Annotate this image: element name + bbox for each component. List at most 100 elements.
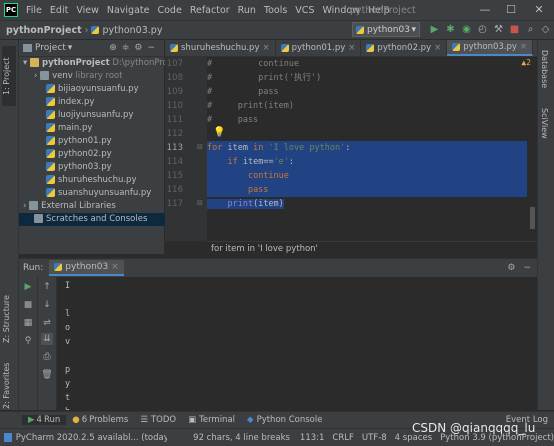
status-encoding[interactable]: UTF-8	[362, 433, 387, 443]
close-button[interactable]: ✕	[532, 3, 546, 17]
project-panel-title[interactable]: Project	[35, 43, 66, 53]
stop-icon[interactable]: ■	[22, 299, 34, 311]
chevron-right-icon[interactable]: ›	[23, 201, 26, 211]
python-file-icon	[366, 44, 375, 52]
tab-structure[interactable]: Z: Structure	[2, 288, 16, 350]
menu-view[interactable]: View	[72, 5, 103, 16]
folder-icon	[40, 71, 50, 80]
close-icon[interactable]: ×	[434, 43, 441, 53]
python-file-icon	[46, 188, 55, 197]
coverage-icon[interactable]: ◉	[460, 23, 473, 36]
menu-run[interactable]: Run	[234, 5, 260, 16]
code-line: # pass	[207, 115, 259, 125]
tool-python-console[interactable]: ◆ Python Console	[241, 415, 328, 425]
editor-scrollbar[interactable]	[530, 207, 535, 229]
menu-edit[interactable]: Edit	[46, 5, 72, 16]
code-editor[interactable]: # continue # print('执行') # pass # print(…	[207, 57, 537, 241]
soft-wrap-icon[interactable]: ⇌	[41, 317, 53, 329]
python-file-icon	[46, 175, 55, 184]
minimize-panel-icon[interactable]: −	[523, 263, 531, 273]
output-line: I	[65, 281, 71, 291]
status-message[interactable]: PyCharm 2020.2.5 availabl... (today 15:2…	[16, 433, 167, 443]
stop-icon[interactable]: ■	[508, 23, 521, 36]
fold-marker-icon[interactable]: ⊟	[197, 199, 203, 207]
tool-terminal[interactable]: ▣ Terminal	[182, 415, 241, 425]
menu-file[interactable]: File	[22, 5, 46, 16]
python-file-icon	[54, 263, 63, 271]
tab-project[interactable]: 1: Project	[2, 46, 16, 106]
debug-icon[interactable]: ✱	[444, 23, 457, 36]
run-config-dropdown[interactable]: python03 ▾	[352, 22, 420, 37]
print-icon[interactable]: ⎙	[41, 351, 53, 363]
menu-tools[interactable]: Tools	[260, 5, 291, 16]
problems-icon: ●	[72, 415, 80, 425]
run-panel-label: Run:	[23, 263, 44, 273]
project-panel-header: Project ▾ ⊕≑⚙−	[19, 40, 164, 57]
menu-code[interactable]: Code	[153, 5, 185, 16]
search-icon[interactable]: ⌕	[524, 23, 537, 36]
breadcrumb-project[interactable]: pythonProject	[6, 25, 82, 36]
python-file-icon	[170, 44, 178, 52]
close-icon[interactable]: ×	[111, 262, 119, 272]
output-line: o	[65, 323, 71, 333]
tab-favorites[interactable]: 2: Favorites	[2, 358, 16, 413]
maximize-button[interactable]: ☐	[504, 3, 518, 17]
trash-icon[interactable]: 🗑	[41, 369, 53, 381]
tree-item-scratches[interactable]: Scratches and Consoles	[19, 213, 179, 226]
panel-options-icons[interactable]: ⊕≑⚙−	[109, 43, 160, 53]
console-output[interactable]: I l o v p y t h	[57, 277, 537, 410]
python-file-icon	[356, 25, 364, 34]
profile-icon[interactable]: ◴	[476, 23, 489, 36]
build-icon[interactable]: ⚒	[492, 23, 505, 36]
close-icon[interactable]: ×	[520, 42, 527, 52]
gear-icon[interactable]: ⚙	[507, 263, 515, 273]
run-toolbar-primary: ▶ ■ ▦ ⚲	[19, 277, 38, 410]
status-line-separator[interactable]: CRLF	[332, 433, 353, 443]
editor-breadcrumb[interactable]: for item in 'I love python'	[207, 241, 537, 255]
lightbulb-icon[interactable]: 💡	[213, 127, 225, 138]
tab-python01[interactable]: python01.py ×	[276, 40, 362, 56]
scroll-to-end-icon[interactable]: ⇊	[41, 333, 53, 345]
tool-problems[interactable]: ● 6 Problems	[66, 415, 134, 425]
tool-run[interactable]: ▶ 4 Run	[22, 415, 67, 425]
pin-icon[interactable]: ⚲	[22, 335, 34, 347]
close-icon[interactable]: ×	[348, 43, 355, 53]
tree-item-external-libraries[interactable]: › External Libraries	[19, 200, 168, 213]
tree-item-venv[interactable]: › venv library root	[19, 70, 179, 83]
down-icon[interactable]: ↓	[41, 299, 53, 311]
right-tool-strip: Database SciView	[537, 40, 554, 410]
chevron-down-icon[interactable]: ▾	[68, 43, 73, 53]
run-tab-python03[interactable]: python03 ×	[49, 260, 124, 276]
tab-sciview[interactable]: SciView	[540, 108, 549, 139]
status-position[interactable]: 113:1	[300, 433, 325, 443]
tab-shuruheshuchu[interactable]: shuruheshuchu.py ×	[165, 40, 276, 56]
python-file-icon	[91, 26, 100, 34]
output-line: y	[65, 379, 71, 389]
vcs-icon[interactable]: ◇	[539, 23, 552, 36]
menu-refactor[interactable]: Refactor	[186, 5, 234, 16]
line-number: 114	[166, 157, 183, 167]
tree-root[interactable]: ▾ pythonProject D:\pythonProje	[19, 57, 175, 70]
up-icon[interactable]: ↑	[41, 281, 53, 293]
layout-icon[interactable]: ▦	[22, 317, 34, 329]
rerun-icon[interactable]: ▶	[22, 281, 34, 293]
menu-vcs[interactable]: VCS	[291, 5, 318, 16]
minimize-button[interactable]: —	[478, 3, 492, 17]
code-line: pass	[207, 183, 527, 197]
navigation-bar: pythonProject › python03.py python03 ▾ ▶…	[0, 21, 554, 40]
output-line: v	[65, 337, 71, 347]
tab-python03[interactable]: python03.py ×	[447, 40, 534, 56]
warning-indicator[interactable]: ▲2	[521, 58, 531, 67]
breadcrumb-file[interactable]: python03.py	[102, 25, 162, 36]
close-icon[interactable]: ×	[262, 43, 269, 53]
pycharm-logo-icon: PC	[4, 3, 18, 17]
chevron-right-icon[interactable]: ›	[34, 71, 37, 81]
chevron-down-icon[interactable]: ▾	[23, 58, 27, 68]
menu-navigate[interactable]: Navigate	[103, 5, 154, 16]
tab-python02[interactable]: python02.py ×	[361, 40, 448, 56]
run-icon[interactable]: ▶	[428, 23, 441, 36]
tab-database[interactable]: Database	[540, 50, 549, 88]
window-title: pythonProject	[350, 4, 416, 16]
tool-todo[interactable]: ☰ TODO	[134, 415, 182, 425]
fold-marker-icon[interactable]: ⊟	[197, 143, 203, 151]
